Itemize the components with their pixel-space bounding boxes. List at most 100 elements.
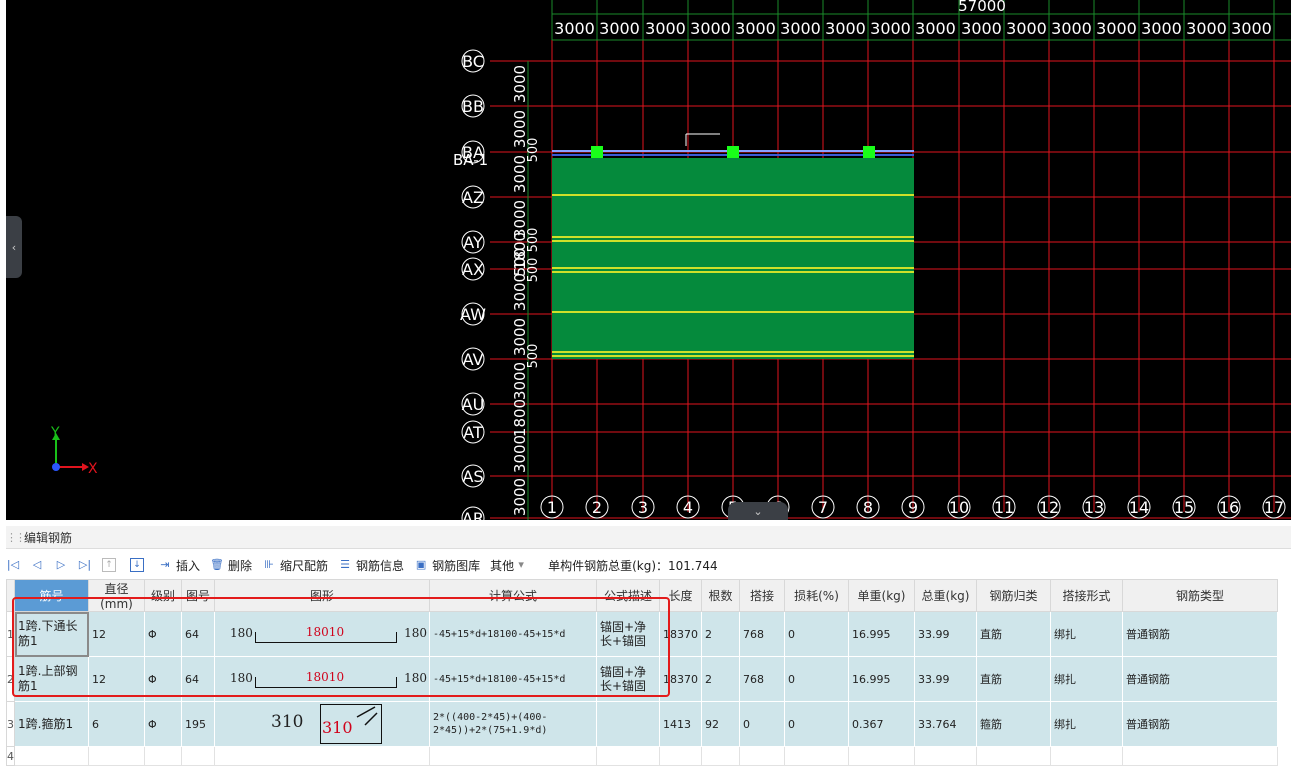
next-record-button[interactable]: ▷	[54, 558, 68, 572]
column-header[interactable]: 钢筋类型	[1122, 579, 1278, 612]
column-header[interactable]: 根数	[701, 579, 740, 612]
column-header[interactable]: 搭接	[739, 579, 785, 612]
column-header[interactable]: 直径(mm)	[88, 579, 145, 612]
empty-cell[interactable]	[739, 746, 785, 766]
count-cell[interactable]: 2	[701, 656, 740, 702]
column-header[interactable]: 总重(kg)	[914, 579, 977, 612]
shape-cell[interactable]: 310 310	[214, 701, 430, 747]
formula-desc-cell[interactable]	[596, 701, 660, 747]
loss-cell[interactable]: 0	[784, 701, 849, 747]
empty-cell[interactable]	[784, 746, 849, 766]
empty-cell[interactable]	[848, 746, 915, 766]
total-weight-cell[interactable]: 33.764	[914, 701, 977, 747]
formula-cell[interactable]: -45+15*d+18100-45+15*d	[429, 611, 597, 657]
figure-no-cell[interactable]: 64	[181, 656, 215, 702]
count-cell[interactable]: 92	[701, 701, 740, 747]
insert-button[interactable]: ⇥ 插入	[158, 557, 200, 574]
column-header[interactable]: 图形	[214, 579, 430, 612]
rebar-type-cell[interactable]: 普通钢筋	[1122, 656, 1278, 702]
total-weight-cell[interactable]: 33.99	[914, 611, 977, 657]
loss-cell[interactable]: 0	[784, 656, 849, 702]
unit-weight-cell[interactable]: 0.367	[848, 701, 915, 747]
drag-handle-icon[interactable]: ⋮⋮	[6, 531, 26, 544]
diameter-cell[interactable]: 6	[88, 701, 145, 747]
bar-name-cell[interactable]: 1跨.箍筋1	[14, 701, 89, 747]
diameter-cell[interactable]: 12	[88, 611, 145, 657]
lap-cell[interactable]: 768	[739, 611, 785, 657]
figure-no-cell[interactable]: 64	[181, 611, 215, 657]
length-cell[interactable]: 18370	[659, 611, 702, 657]
toggle-bottom-panel-button[interactable]: ⌄	[728, 502, 788, 520]
empty-cell[interactable]	[214, 746, 430, 766]
empty-cell[interactable]	[659, 746, 702, 766]
table-row[interactable]: 3 1跨.箍筋1 6 Φ 195 310 310 2*((400-2*45)+(…	[6, 701, 1278, 747]
empty-cell[interactable]	[596, 746, 660, 766]
column-header[interactable]: 公式描述	[596, 579, 660, 612]
total-weight-cell[interactable]: 33.99	[914, 656, 977, 702]
column-header[interactable]: 钢筋归类	[976, 579, 1051, 612]
column-header[interactable]: 计算公式	[429, 579, 597, 612]
empty-cell[interactable]	[429, 746, 597, 766]
table-row[interactable]: 4	[6, 746, 1278, 766]
category-cell[interactable]: 直筋	[976, 611, 1051, 657]
rebar-info-button[interactable]: ☰ 钢筋信息	[338, 557, 404, 574]
empty-cell[interactable]	[701, 746, 740, 766]
empty-cell[interactable]	[14, 746, 89, 766]
grade-cell[interactable]: Φ	[144, 611, 182, 657]
scale-rebar-button[interactable]: ⊪ 缩尺配筋	[262, 557, 328, 574]
column-header[interactable]: 单重(kg)	[848, 579, 915, 612]
unit-weight-cell[interactable]: 16.995	[848, 656, 915, 702]
floor-plan-drawing[interactable]: 570003000 3000 3000 3000 3000 3000 3000 3000 300…	[0, 0, 1291, 520]
diameter-cell[interactable]: 12	[88, 656, 145, 702]
move-up-button[interactable]: ↑	[102, 558, 120, 572]
lap-cell[interactable]: 768	[739, 656, 785, 702]
loss-cell[interactable]: 0	[784, 611, 849, 657]
column-header[interactable]: 搭接形式	[1050, 579, 1123, 612]
lap-cell[interactable]: 0	[739, 701, 785, 747]
empty-cell[interactable]	[1050, 746, 1123, 766]
formula-cell[interactable]: -45+15*d+18100-45+15*d	[429, 656, 597, 702]
empty-cell[interactable]	[1122, 746, 1278, 766]
column-header[interactable]: 级别	[144, 579, 182, 612]
grade-cell[interactable]: Φ	[144, 656, 182, 702]
column-header[interactable]: 长度	[659, 579, 702, 612]
lap-form-cell[interactable]: 绑扎	[1050, 701, 1123, 747]
prev-record-button[interactable]: ◁	[30, 558, 44, 572]
length-cell[interactable]: 18370	[659, 656, 702, 702]
delete-button[interactable]: 🗑 删除	[210, 557, 252, 574]
collapse-left-panel-button[interactable]: ‹	[6, 216, 22, 278]
category-cell[interactable]: 箍筋	[976, 701, 1051, 747]
unit-weight-cell[interactable]: 16.995	[848, 611, 915, 657]
empty-cell[interactable]	[88, 746, 145, 766]
rebar-type-cell[interactable]: 普通钢筋	[1122, 611, 1278, 657]
bar-name-cell[interactable]: 1跨.下通长筋1	[14, 611, 89, 657]
shape-cell[interactable]: 180 18010 180	[214, 611, 430, 657]
formula-desc-cell[interactable]: 锚固+净长+锚固	[596, 656, 660, 702]
empty-cell[interactable]	[976, 746, 1051, 766]
shape-cell[interactable]: 180 18010 180	[214, 656, 430, 702]
column-header[interactable]: 损耗(%)	[784, 579, 849, 612]
formula-desc-cell[interactable]: 锚固+净长+锚固	[596, 611, 660, 657]
table-row[interactable]: 1 1跨.下通长筋1 12 Φ 64 180 18010 180 -45+15*…	[6, 611, 1278, 657]
move-down-button[interactable]: ↓	[130, 558, 148, 572]
bar-name-cell[interactable]: 1跨.上部钢筋1	[14, 656, 89, 702]
lap-form-cell[interactable]: 绑扎	[1050, 611, 1123, 657]
count-cell[interactable]: 2	[701, 611, 740, 657]
length-cell[interactable]: 1413	[659, 701, 702, 747]
figure-no-cell[interactable]: 195	[181, 701, 215, 747]
other-dropdown[interactable]: 其他 ▾	[490, 557, 532, 574]
first-record-button[interactable]: |◁	[6, 558, 20, 572]
lap-form-cell[interactable]: 绑扎	[1050, 656, 1123, 702]
column-header[interactable]: 筋号	[14, 579, 89, 612]
category-cell[interactable]: 直筋	[976, 656, 1051, 702]
empty-cell[interactable]	[144, 746, 182, 766]
rebar-library-button[interactable]: ▣ 钢筋图库	[414, 557, 480, 574]
empty-cell[interactable]	[181, 746, 215, 766]
table-row[interactable]: 2 1跨.上部钢筋1 12 Φ 64 180 18010 180 -45+15*…	[6, 656, 1278, 702]
column-header[interactable]: 图号	[181, 579, 215, 612]
rebar-type-cell[interactable]: 普通钢筋	[1122, 701, 1278, 747]
grade-cell[interactable]: Φ	[144, 701, 182, 747]
cad-canvas[interactable]: 57000 3000 3000 3000 3000 3000 3000 3000 3000 300…	[0, 0, 1291, 520]
formula-cell[interactable]: 2*((400-2*45)+(400-2*45))+2*(75+1.9*d)	[429, 701, 597, 747]
last-record-button[interactable]: ▷|	[78, 558, 92, 572]
